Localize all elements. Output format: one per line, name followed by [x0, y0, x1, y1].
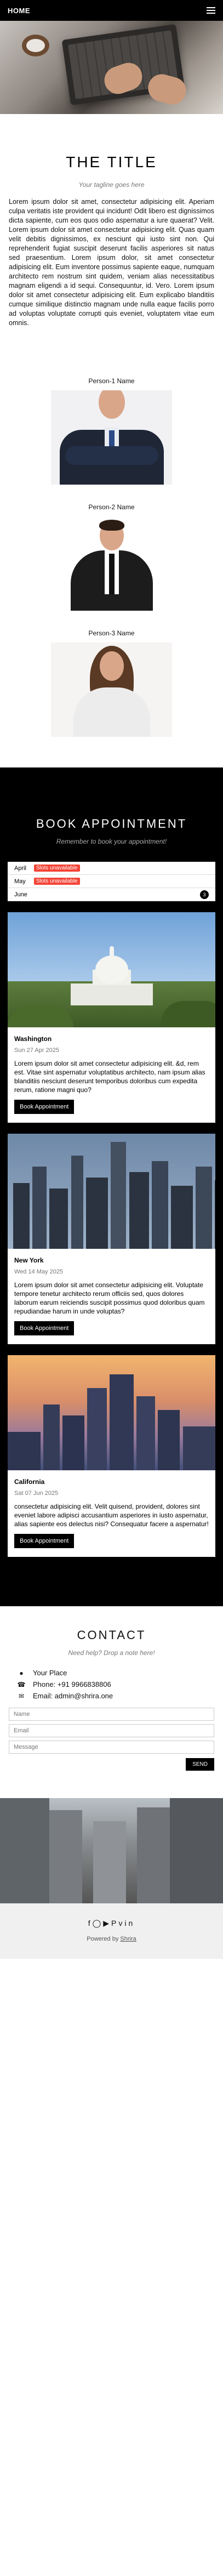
team-member: Person-3 Name [0, 629, 223, 737]
card-text: Lorem ipsum dolor sit amet consectetur a… [14, 1281, 205, 1315]
booking-section: BOOK APPOINTMENT Remember to book your a… [0, 767, 223, 1606]
team-member-photo [51, 642, 172, 737]
team-member: Person-1 Name [0, 377, 223, 485]
capitol-dome-shape [71, 946, 153, 1005]
team-member: Person-2 Name [0, 503, 223, 611]
status-badge: Slots unavailable [34, 865, 80, 872]
month-name: April [14, 865, 27, 872]
newyork-image [8, 1134, 215, 1249]
contact-place: ● Your Place [16, 1669, 214, 1677]
card-title: Washington [14, 1035, 52, 1043]
contact-email: ✉ Email: admin@shrira.one [16, 1692, 214, 1700]
booking-tagline: Remember to book your appointment! [56, 838, 167, 845]
card-text: consectetur adipisicing elit. Velit quis… [14, 1503, 209, 1528]
card-date: Sat 07 Jun 2025 [14, 1490, 59, 1497]
card-text: Lorem ipsum dolor sit amet consectetur a… [14, 1060, 205, 1094]
team-member-name: Person-2 Name [88, 503, 135, 511]
month-item-june[interactable]: June 3 [8, 888, 215, 901]
team-member-name: Person-3 Name [88, 629, 135, 637]
youtube-icon[interactable]: ▶ [103, 1919, 111, 1927]
month-list: April Slots unavailable May Slots unavai… [8, 862, 215, 901]
card-date: Sun 27 Apr 2025 [14, 1047, 59, 1054]
team-member-photo [51, 390, 172, 485]
home-link[interactable]: HOME [8, 7, 30, 15]
book-appointment-button[interactable]: Book Appointment [14, 1534, 75, 1548]
month-name: May [14, 878, 26, 885]
location-card: California Sat 07 Jun 2025 consectetur a… [8, 1355, 215, 1557]
contact-info: ● Your Place ☎ Phone: +91 9966838806 ✉ E… [9, 1669, 214, 1700]
contact-section: CONTACT Need help? Drop a note here! ● Y… [0, 1606, 223, 1798]
phone-icon: ☎ [17, 1680, 26, 1688]
contact-phone: ☎ Phone: +91 9966838806 [17, 1680, 111, 1688]
book-appointment-button[interactable]: Book Appointment [14, 1321, 75, 1335]
location-card: New York Wed 14 May 2025 Lorem ipsum dol… [8, 1134, 215, 1344]
instagram-icon[interactable]: ◯ [93, 1919, 104, 1927]
about-tagline: Your tagline goes here [78, 181, 145, 189]
location-card: Washington Sun 27 Apr 2025 Lorem ipsum d… [8, 912, 215, 1123]
footer: f◯▶Pvin Powered by Shrira [0, 1903, 223, 1959]
california-image [8, 1355, 215, 1470]
map-pin-icon: ● [19, 1669, 24, 1677]
card-date: Wed 14 May 2025 [14, 1269, 64, 1275]
book-appointment-button[interactable]: Book Appointment [14, 1100, 75, 1114]
contact-form: SEND [9, 1704, 214, 1771]
about-paragraph: Lorem ipsum dolor sit amet, consectetur … [9, 198, 214, 327]
city-street-image [0, 1798, 223, 1903]
month-item-may[interactable]: May Slots unavailable [8, 875, 215, 888]
message-field[interactable] [9, 1741, 214, 1754]
washington-image [8, 912, 215, 1027]
team-member-photo [51, 516, 172, 611]
name-field[interactable] [9, 1708, 214, 1721]
about-section: THE TITLE Your tagline goes here Lorem i… [0, 114, 223, 344]
send-button[interactable]: SEND [186, 1758, 214, 1771]
hamburger-icon[interactable] [207, 7, 215, 14]
hero-image [0, 21, 223, 114]
coffee-cup-shape [22, 35, 49, 56]
vine-icon[interactable]: v [118, 1919, 124, 1927]
month-name: June [14, 891, 27, 898]
pinterest-icon[interactable]: P [111, 1919, 118, 1927]
contact-tagline: Need help? Drop a note here! [68, 1649, 155, 1657]
contact-title: CONTACT [77, 1628, 146, 1642]
slot-count-badge: 3 [200, 890, 209, 899]
card-title: New York [14, 1256, 44, 1264]
powered-by-link[interactable]: Shrira [120, 1936, 136, 1942]
linkedin-icon[interactable]: in [124, 1919, 135, 1927]
month-item-april[interactable]: April Slots unavailable [8, 862, 215, 875]
team-member-name: Person-1 Name [88, 377, 135, 385]
facebook-icon[interactable]: f [88, 1919, 93, 1927]
team-section: Person-1 Name Person-2 Name Person-3 Nam… [0, 344, 223, 737]
status-badge: Slots unavailable [34, 878, 80, 885]
email-field[interactable] [9, 1724, 214, 1737]
top-nav: HOME [0, 0, 223, 21]
powered-by: Powered by Shrira [87, 1936, 136, 1942]
social-links: f◯▶Pvin [0, 1919, 223, 1928]
envelope-icon: ✉ [18, 1692, 25, 1700]
card-title: California [14, 1478, 45, 1486]
page-title: THE TITLE [66, 153, 157, 170]
booking-title: BOOK APPOINTMENT [36, 817, 187, 831]
